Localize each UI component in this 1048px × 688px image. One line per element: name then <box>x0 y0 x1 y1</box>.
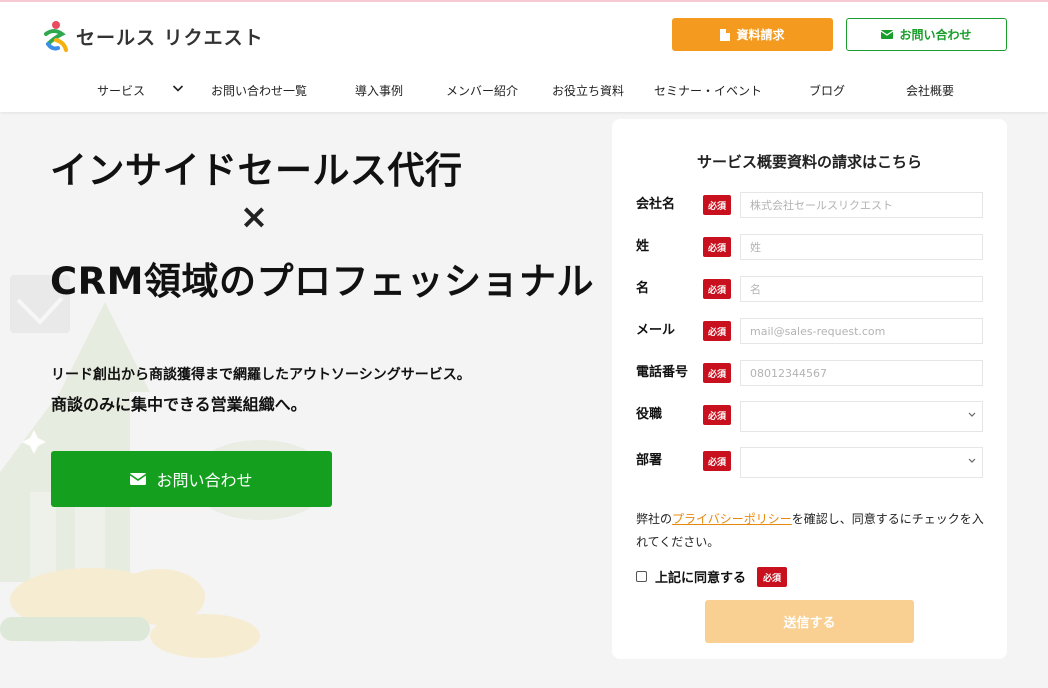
agree-label[interactable]: 上記に同意する <box>655 567 746 586</box>
required-badge: 必須 <box>703 363 731 383</box>
department-select[interactable] <box>740 447 983 478</box>
required-badge: 必須 <box>703 279 731 299</box>
department-label: 部署 <box>636 453 663 468</box>
last-name-label: 姓 <box>636 239 650 254</box>
required-badge: 必須 <box>757 567 787 587</box>
company-input[interactable]: 株式会社セールスリクエスト <box>740 192 983 218</box>
phone-label: 電話番号 <box>636 365 689 380</box>
chevron-down-icon[interactable] <box>172 81 184 95</box>
hero-heading-line2: CRM領域のプロフェッショナル <box>50 260 594 303</box>
contact-button-label: お問い合わせ <box>899 28 972 42</box>
document-icon <box>720 28 731 41</box>
nav-item-resources[interactable]: お役立ち資料 <box>552 82 624 99</box>
nav-item-members[interactable]: メンバー紹介 <box>446 82 518 99</box>
last-name-input[interactable]: 姓 <box>740 234 983 260</box>
position-select[interactable] <box>740 401 983 432</box>
required-badge: 必須 <box>703 195 731 215</box>
email-label: メール <box>636 323 676 338</box>
privacy-notice: 弊社のプライバシーポリシーを確認し、同意するにチェックを入れてください。 <box>636 508 986 554</box>
main-nav: サービス お問い合わせ一覧 導入事例 メンバー紹介 お役立ち資料 セミナー・イベ… <box>0 82 1048 100</box>
hero-contact-button[interactable]: お問い合わせ <box>51 451 332 507</box>
document-request-form: サービス概要資料の請求はこちら 会社名 必須 株式会社セールスリクエスト 姓 必… <box>612 119 1007 659</box>
position-label: 役職 <box>636 407 663 422</box>
mail-icon <box>881 30 894 39</box>
agree-row: 上記に同意する <box>636 567 746 586</box>
site-header: セールス リクエスト 資料請求 お問い合わせ サービス お問い合わせ一覧 導入事… <box>0 0 1048 112</box>
email-input[interactable]: mail@sales-request.com <box>740 318 983 344</box>
hero-subtext-2: 商談のみに集中できる営業組織へ。 <box>51 395 307 414</box>
phone-input[interactable]: 08012344567 <box>740 360 983 386</box>
nav-item-company[interactable]: 会社概要 <box>906 82 954 99</box>
hero-subtext-1: リード創出から商談獲得まで網羅したアウトソーシングサービス。 <box>51 367 471 383</box>
brand-logo[interactable]: セールス リクエスト <box>42 20 264 52</box>
nav-item-case-studies[interactable]: 導入事例 <box>355 82 403 99</box>
nav-item-services[interactable]: サービス <box>97 82 145 99</box>
hero-heading-line1: インサイドセールス代行 <box>50 149 463 192</box>
nav-item-contact-list[interactable]: お問い合わせ一覧 <box>211 82 307 99</box>
company-label: 会社名 <box>636 197 676 212</box>
chevron-down-icon <box>968 456 976 467</box>
required-badge: 必須 <box>703 451 731 471</box>
first-name-input[interactable]: 名 <box>740 276 983 302</box>
nav-item-blog[interactable]: ブログ <box>809 82 845 99</box>
brand-name: セールス リクエスト <box>76 26 264 49</box>
mail-icon <box>130 473 147 485</box>
required-badge: 必須 <box>703 321 731 341</box>
nav-item-seminars[interactable]: セミナー・イベント <box>654 82 762 99</box>
request-document-label: 資料請求 <box>736 28 785 42</box>
privacy-policy-link[interactable]: プライバシーポリシー <box>672 512 792 526</box>
required-badge: 必須 <box>703 237 731 257</box>
agree-checkbox[interactable] <box>636 571 647 582</box>
request-document-button[interactable]: 資料請求 <box>672 18 833 51</box>
logo-icon <box>44 21 68 52</box>
hero-contact-label: お問い合わせ <box>156 471 253 490</box>
submit-button[interactable]: 送信する <box>705 600 914 643</box>
required-badge: 必須 <box>703 405 731 425</box>
first-name-label: 名 <box>636 281 650 296</box>
form-title: サービス概要資料の請求はこちら <box>696 153 922 171</box>
privacy-prefix: 弊社の <box>636 512 673 526</box>
chevron-down-icon <box>968 410 976 421</box>
contact-button[interactable]: お問い合わせ <box>846 18 1007 51</box>
hero-times-symbol: × <box>239 197 269 237</box>
